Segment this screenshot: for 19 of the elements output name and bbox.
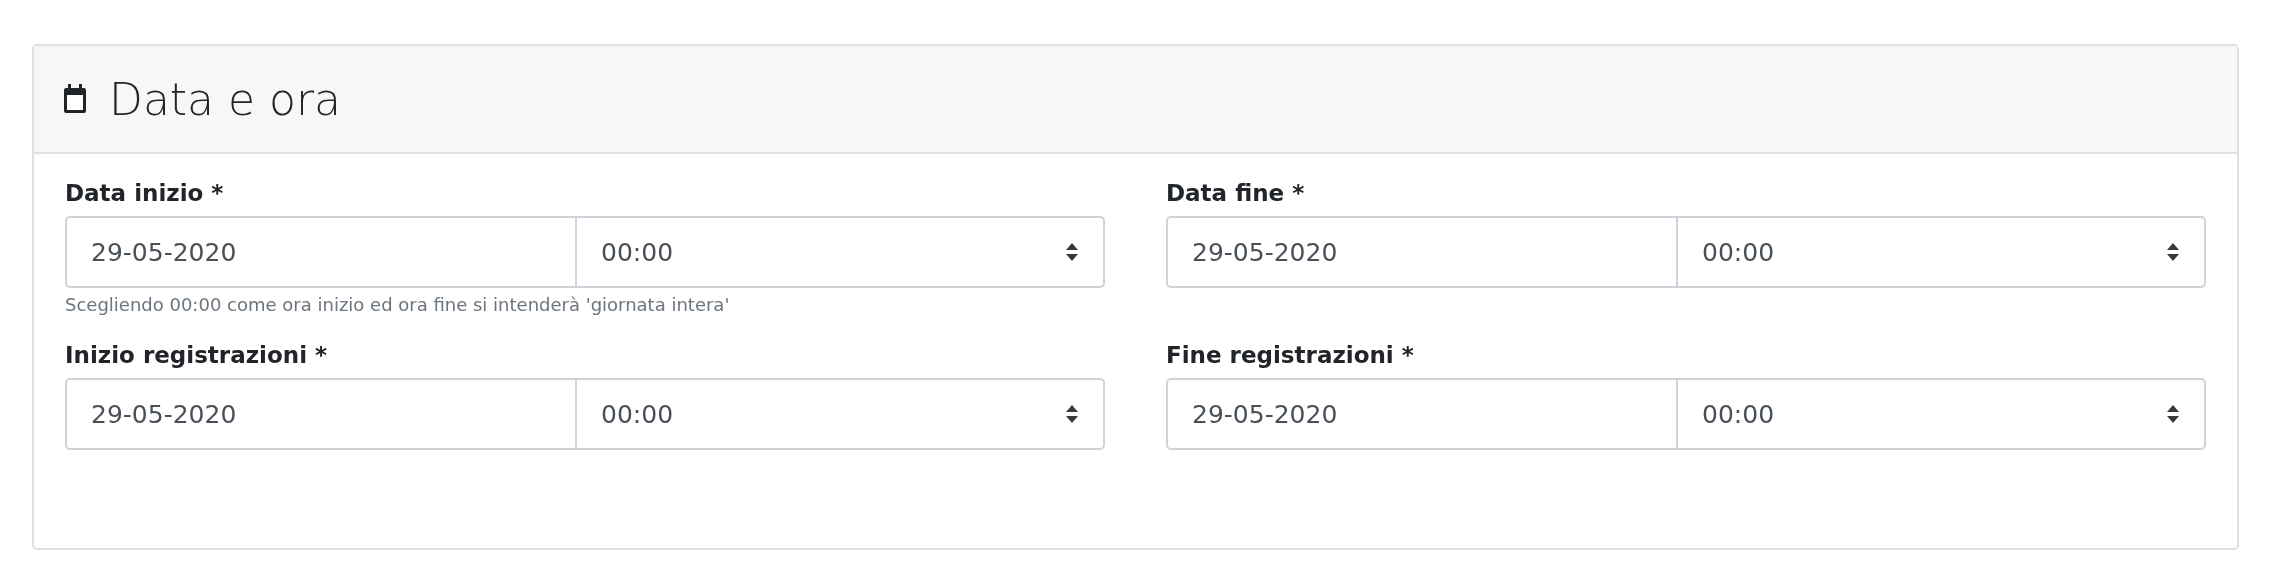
spinner-icon <box>1065 404 1079 424</box>
calendar-icon <box>63 84 87 114</box>
hint-text: Scegliendo 00:00 come ora inizio ed ora fine si intenderà 'giornata intera' <box>65 294 730 315</box>
time-select[interactable]: 00:00 <box>1678 216 2206 288</box>
field-label: Data inizio * <box>65 179 224 208</box>
field-label: Inizio registrazioni * <box>65 341 328 370</box>
time-select[interactable]: 00:00 <box>577 378 1105 450</box>
time-select[interactable]: 00:00 <box>577 216 1105 288</box>
spinner-icon <box>2166 404 2180 424</box>
date-input[interactable]: 29-05-2020 <box>65 378 577 450</box>
field-label: Data fine * <box>1166 179 1305 208</box>
card-title: Data e ora <box>109 73 342 125</box>
field-label: Fine registrazioni * <box>1166 341 1414 370</box>
spinner-icon <box>2166 242 2180 262</box>
date-input[interactable]: 29-05-2020 <box>65 216 577 288</box>
date-input[interactable]: 29-05-2020 <box>1166 216 1678 288</box>
spinner-icon <box>1065 242 1079 262</box>
date-input[interactable]: 29-05-2020 <box>1166 378 1678 450</box>
time-select[interactable]: 00:00 <box>1678 378 2206 450</box>
